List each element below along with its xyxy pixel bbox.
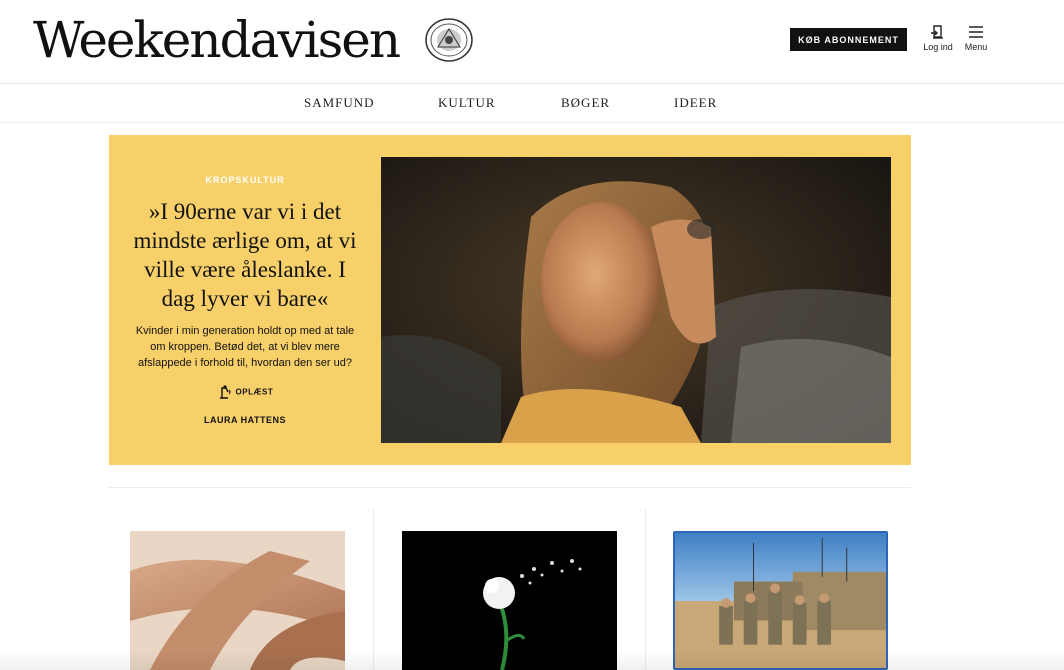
nav-item-ideer[interactable]: IDEER: [674, 95, 717, 111]
hamburger-icon: [969, 26, 983, 38]
hero-teaser: Kvinder i min generation holdt op med at…: [135, 325, 355, 369]
login-icon: [931, 25, 943, 39]
section-nav: SAMFUND KULTUR BØGER IDEER: [0, 84, 1064, 123]
hero-headline[interactable]: »I 90erne var vi i det mindste ærlige om…: [125, 197, 365, 313]
column-divider: [645, 509, 646, 670]
hero-kicker: KROPSKULTUR: [205, 175, 285, 185]
audio-read-aloud[interactable]: OPLÆST: [109, 384, 381, 402]
hero-article[interactable]: KROPSKULTUR »I 90erne var vi i det minds…: [109, 135, 911, 465]
login-button[interactable]: Log ind: [920, 24, 956, 58]
top-header: Weekendavisen KØB ABONNEMENT Log ind Men…: [0, 0, 1064, 84]
login-label: Log ind: [923, 42, 953, 52]
column-divider: [373, 509, 374, 670]
hero-text-panel: KROPSKULTUR »I 90erne var vi i det minds…: [109, 135, 381, 465]
menu-button[interactable]: Menu: [960, 24, 992, 58]
section-divider: [109, 487, 911, 488]
hero-portrait-photo[interactable]: [381, 157, 891, 443]
menu-label: Menu: [964, 42, 988, 52]
bottom-fade: [0, 650, 1064, 670]
audio-label: OPLÆST: [235, 387, 274, 397]
nav-item-samfund[interactable]: SAMFUND: [304, 95, 375, 111]
nav-item-boger[interactable]: BØGER: [561, 95, 610, 111]
hero-author: LAURA HATTENS: [204, 415, 286, 425]
narrator-icon: [219, 385, 231, 399]
site-logo[interactable]: Weekendavisen: [33, 10, 401, 70]
seal-emblem-icon: [425, 18, 473, 62]
nav-item-kultur[interactable]: KULTUR: [438, 95, 496, 111]
buy-subscription-button[interactable]: KØB ABONNEMENT: [790, 28, 907, 51]
